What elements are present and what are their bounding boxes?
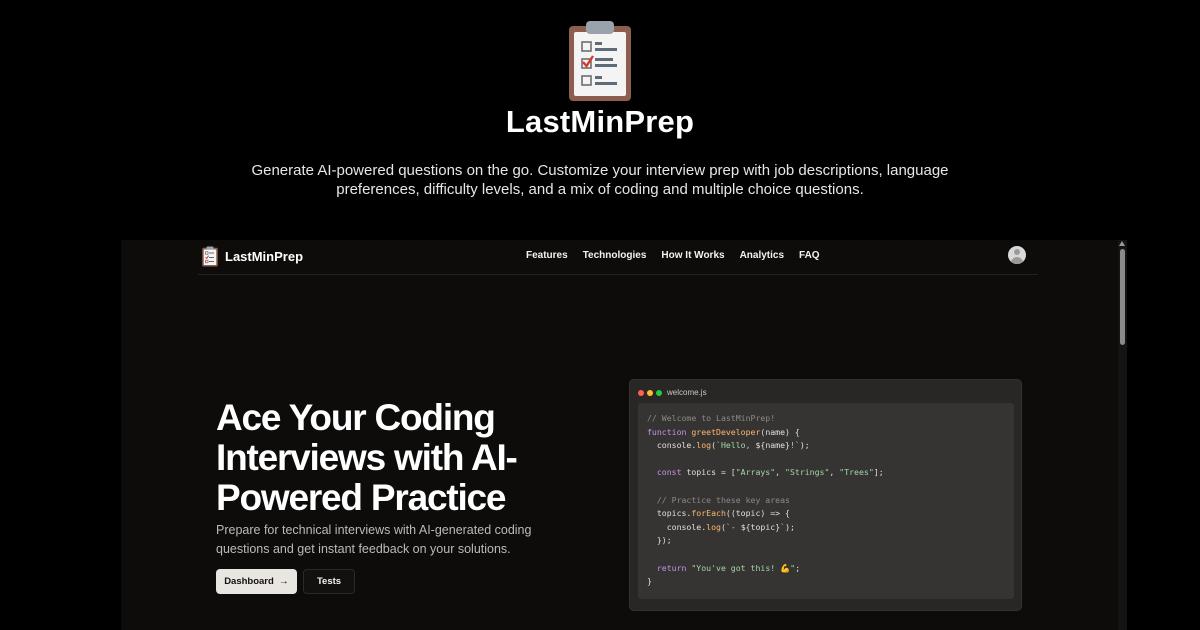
code-token: ); [785,521,795,532]
code-token: // Welcome to LastMinPrep! [647,413,776,423]
nav-links: Features Technologies How It Works Analy… [526,250,820,261]
close-dot [638,390,644,396]
code-token: topics. [647,508,692,519]
code-line: console.log(`- ${topic}`); [647,522,795,532]
code-token: } [647,576,652,587]
code-token: forEach [691,508,726,519]
code-line: topics.forEach((topic) => { [647,508,790,518]
scrollbar[interactable] [1118,240,1127,630]
code-token: ${name} [755,440,790,451]
scroll-up-icon[interactable] [1119,241,1125,246]
code-token: log [696,440,712,451]
app-preview: LastMinPrep Features Technologies How It… [121,240,1127,630]
code-line: console.log(`Hello, ${name}!`); [647,440,810,450]
code-token: console. [647,521,707,532]
headline: Ace Your Coding Interviews with AI- Powe… [216,398,576,518]
code-line: } [647,576,652,586]
code-token: "You've got this! 💪" [691,562,796,573]
avatar-head [1014,249,1020,255]
code-token: "Strings" [785,467,830,478]
top-nav: LastMinPrep Features Technologies How It… [198,240,1038,275]
page-title: LastMinPrep [505,104,695,139]
code-token: const [647,467,687,478]
avatar-body [1011,257,1023,264]
code-line: return "You've got this! 💪"; [647,563,800,574]
tests-button-label: Tests [316,576,342,587]
file-name: welcome.js [667,388,707,397]
nav-link-analytics[interactable]: Analytics [740,250,784,261]
code-token: topics = [ [686,467,736,478]
code-token: greetDeveloper [691,426,761,437]
code-token: ((topic) => { [725,508,790,519]
code-token: // Practice these key areas [647,494,790,505]
code-token: !` [789,440,800,451]
code-line: }); [647,535,672,545]
code-line: const topics = ["Arrays", "Strings", "Tr… [647,467,884,477]
dashboard-button-label: Dashboard [224,576,274,587]
code-token: return [647,562,692,573]
clipboard-checklist-icon [569,21,631,101]
user-avatar-icon[interactable] [1008,246,1026,264]
code-token: , [775,467,786,478]
code-token: ${topic} [740,521,781,532]
code-token: ]; [873,467,884,478]
code-token: "Arrays" [735,467,776,478]
code-token: ); [799,440,810,451]
code-token: console. [647,440,697,451]
dashboard-button[interactable]: Dashboard → [216,569,297,594]
window-controls [638,390,662,396]
nav-link-faq[interactable]: FAQ [799,250,820,261]
code-line: // Practice these key areas [647,495,790,505]
code-token: (name) { [760,426,800,437]
arrow-right-icon: → [278,575,289,587]
code-line: function greetDeveloper(name) { [647,427,800,437]
hero-description: Generate AI-powered questions on the go.… [251,162,949,198]
nav-brand[interactable]: LastMinPrep [225,249,303,264]
code-token: , [829,467,840,478]
clipboard-logo-icon[interactable] [202,246,218,267]
code-token: }); [647,535,672,546]
code-block: // Welcome to LastMinPrep! function greet… [638,403,1014,599]
headline-line: Ace Your Coding [216,397,496,438]
nav-link-technologies[interactable]: Technologies [583,250,647,261]
headline-line: Interviews with AI- [216,437,518,478]
maximize-dot [656,390,662,396]
nav-link-how-it-works[interactable]: How It Works [661,250,724,261]
code-line: // Welcome to LastMinPrep! [647,413,775,423]
hero-subtext: Prepare for technical interviews with AI… [216,523,532,556]
code-token: "Trees" [839,467,874,478]
tests-button[interactable]: Tests [303,569,355,594]
code-token: function [647,426,692,437]
minimize-dot [647,390,653,396]
code-token: log [706,521,721,532]
headline-line: Powered Practice [216,477,506,518]
code-token: `- [725,521,741,532]
code-window: welcome.js // Welcome to LastMinPrep! fun… [629,379,1022,611]
code-token: `Hello, [716,440,756,451]
nav-link-features[interactable]: Features [526,250,568,261]
scroll-thumb[interactable] [1120,249,1125,345]
code-token: ; [795,562,801,573]
